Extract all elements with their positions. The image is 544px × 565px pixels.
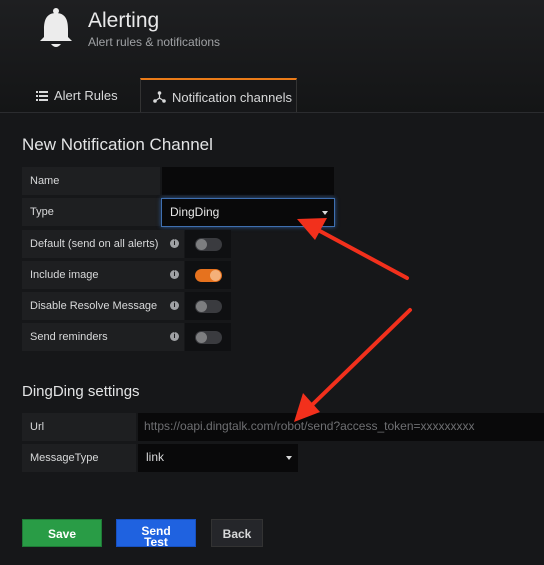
include-image-label: Include image <box>22 261 184 289</box>
tab-alert-rules[interactable]: Alert Rules <box>22 78 140 112</box>
back-button[interactable]: Back <box>211 519 263 547</box>
send-reminders-label: Send reminders <box>22 323 184 351</box>
include-image-toggle[interactable] <box>195 269 222 282</box>
info-icon: i <box>170 332 179 341</box>
chevron-down-icon <box>322 211 328 215</box>
message-type-label: MessageType <box>22 444 136 472</box>
disable-resolve-label: Disable Resolve Message <box>22 292 184 320</box>
chevron-down-icon <box>286 456 292 460</box>
bell-icon <box>40 8 72 47</box>
type-label: Type <box>22 198 160 226</box>
message-type-select[interactable]: link <box>138 444 298 472</box>
page-header: Alerting Alert rules & notifications Ale… <box>0 0 544 113</box>
annotation-arrow-type <box>297 218 409 280</box>
tab-alert-rules-label: Alert Rules <box>54 88 118 103</box>
list-icon <box>36 89 48 104</box>
save-button[interactable]: Save <box>22 519 102 547</box>
send-test-button[interactable]: Send Test <box>116 519 196 549</box>
disable-resolve-switch-cell <box>185 292 231 320</box>
url-field[interactable]: https://oapi.dingtalk.com/robot/send?acc… <box>138 413 544 441</box>
type-select[interactable]: DingDing <box>161 198 335 227</box>
info-icon: i <box>170 270 179 279</box>
dingding-settings-title: DingDing settings <box>22 383 140 400</box>
share-icon <box>153 91 166 106</box>
send-reminders-switch-cell <box>185 323 231 351</box>
info-icon: i <box>170 301 179 310</box>
send-reminders-toggle[interactable] <box>195 331 222 344</box>
info-icon: i <box>170 239 179 248</box>
tab-notification-channels[interactable]: Notification channels <box>140 78 297 112</box>
name-label: Name <box>22 167 160 195</box>
default-label: Default (send on all alerts) <box>22 230 184 258</box>
url-label: Url <box>22 413 136 441</box>
page-title: Alerting <box>88 9 160 32</box>
send-test-line2: Test <box>144 535 168 549</box>
page-subtitle: Alert rules & notifications <box>88 35 221 49</box>
include-image-switch-cell <box>185 261 231 289</box>
default-switch-cell <box>185 230 231 258</box>
annotation-arrow-url <box>294 308 412 422</box>
message-type-value: link <box>146 450 165 464</box>
name-field[interactable] <box>162 167 334 195</box>
disable-resolve-toggle[interactable] <box>195 300 222 313</box>
form-title: New Notification Channel <box>22 135 213 154</box>
tab-notification-channels-label: Notification channels <box>172 90 292 105</box>
url-placeholder: https://oapi.dingtalk.com/robot/send?acc… <box>144 419 475 433</box>
default-toggle[interactable] <box>195 238 222 251</box>
type-select-value: DingDing <box>170 205 220 219</box>
